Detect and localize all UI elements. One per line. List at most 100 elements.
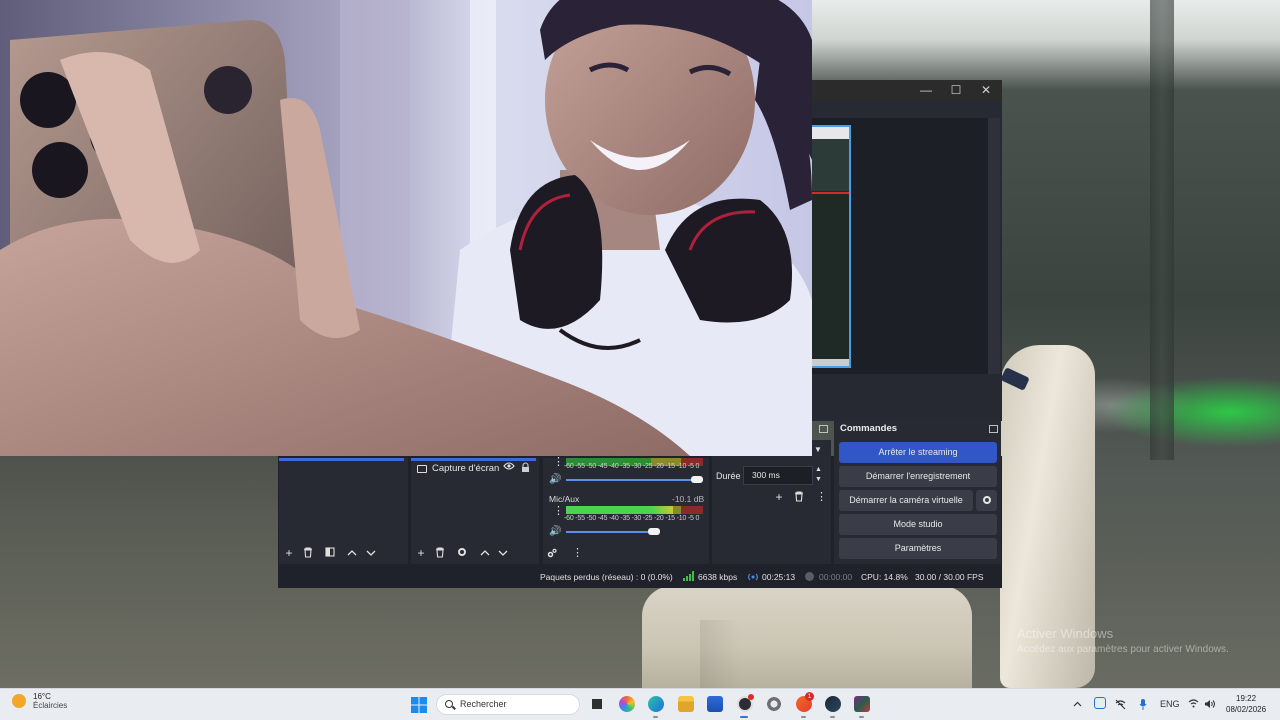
scene-move-up-button[interactable]: [346, 547, 358, 559]
preview-scrollbar[interactable]: [988, 118, 1000, 374]
gear-icon: [458, 548, 466, 556]
source-move-up-button[interactable]: [479, 547, 491, 559]
controls-dock-undock-icon[interactable]: [989, 425, 998, 433]
streaming-broadcast-icon: [748, 573, 758, 581]
transition-dropdown-arrow[interactable]: ▼: [814, 445, 822, 454]
windows-taskbar: [0, 688, 1280, 720]
channel-1-volume-knob[interactable]: [691, 476, 703, 483]
obs-active-indicator: [740, 716, 748, 718]
system-clock[interactable]: 19:22 08/02/2026: [1226, 693, 1266, 715]
gears-icon: [547, 548, 557, 558]
preview-guide-line: [812, 192, 849, 194]
duration-decrease-icon[interactable]: ▼: [815, 476, 822, 483]
scene-transitions-panel: [712, 440, 831, 564]
recording-time-status: 00:00:00: [819, 572, 853, 582]
dropped-frames-status: Paquets perdus (réseau) : 0 (0.0%): [540, 572, 673, 582]
weather-temperature: 16°C: [33, 692, 51, 701]
remove-source-button[interactable]: [434, 547, 446, 560]
mic-aux-speaker-icon[interactable]: 🔊: [549, 526, 561, 537]
channel-1-speaker-icon[interactable]: 🔊: [549, 474, 561, 485]
task-view-icon[interactable]: [589, 696, 605, 712]
copilot-icon[interactable]: [619, 696, 635, 712]
tray-network-off-icon[interactable]: [1115, 699, 1126, 712]
windows-activation-watermark: Activer Windows Accédez aux paramètres p…: [1017, 626, 1229, 655]
channel-1-meter-ticks: -60 -55 -50 -45 -40 -35 -30 -25 -20 -15 …: [564, 463, 700, 470]
source-properties-button[interactable]: [456, 547, 468, 559]
mic-aux-volume-slider[interactable]: [566, 531, 654, 533]
channel-1-volume-slider[interactable]: [566, 479, 697, 481]
chevron-up-icon: [480, 550, 490, 556]
settings-gear-icon[interactable]: [766, 696, 782, 712]
notification-badge: 1: [805, 692, 814, 701]
taskbar-search-box[interactable]: Rechercher: [436, 694, 580, 715]
windows-start-icon[interactable]: [411, 697, 427, 713]
visibility-eye-icon[interactable]: [503, 462, 515, 473]
webcam-feed: [0, 0, 812, 456]
minimize-button[interactable]: —: [918, 82, 934, 98]
close-button[interactable]: ✕: [978, 82, 994, 98]
scene-filters-button[interactable]: [324, 547, 336, 559]
weather-description: Éclaircies: [33, 701, 68, 710]
steam-running-indicator: [830, 716, 835, 718]
trash-icon: [304, 547, 312, 558]
language-indicator[interactable]: ENG: [1160, 699, 1180, 709]
start-virtual-camera-button[interactable]: Démarrer la caméra virtuelle: [839, 490, 973, 511]
mic-aux-label: Mic/Aux: [549, 494, 580, 504]
recording-indicator-icon: [805, 572, 814, 581]
lock-icon[interactable]: [521, 460, 530, 472]
start-recording-button[interactable]: Démarrer l'enregistrement: [839, 466, 997, 487]
remove-transition-button[interactable]: [793, 491, 805, 504]
source-move-down-button[interactable]: [497, 547, 509, 559]
studio-mode-button[interactable]: Mode studio: [839, 514, 997, 535]
weather-widget[interactable]: 16°C Éclaircies: [12, 692, 67, 710]
remove-scene-button[interactable]: [302, 547, 314, 562]
edge-browser-icon[interactable]: [648, 696, 664, 712]
mic-aux-volume-knob[interactable]: [648, 528, 660, 535]
source-item-screen-capture[interactable]: Capture d'écran: [417, 461, 535, 476]
chevron-up-icon: [347, 550, 357, 556]
scene-move-down-button[interactable]: [365, 547, 377, 559]
game-app-icon[interactable]: [854, 696, 870, 712]
virtual-camera-settings-button[interactable]: [976, 490, 997, 511]
game-running-indicator: [859, 716, 864, 718]
add-scene-button[interactable]: +: [283, 547, 295, 559]
tray-sync-icon[interactable]: [1094, 697, 1106, 709]
add-transition-button[interactable]: +: [773, 491, 785, 503]
steam-icon[interactable]: [825, 696, 841, 712]
duration-increase-icon[interactable]: ▲: [815, 466, 822, 473]
mic-aux-menu-icon[interactable]: ⋮: [553, 506, 564, 517]
obs-titlebar[interactable]: — ☐ ✕: [812, 80, 1002, 101]
mic-aux-db-value: -10.1 dB: [672, 494, 705, 504]
maximize-button[interactable]: ☐: [948, 82, 964, 98]
tray-volume-icon[interactable]: [1204, 699, 1215, 711]
settings-button[interactable]: Paramètres: [839, 538, 997, 559]
chevron-down-icon: [366, 550, 376, 556]
microsoft-store-icon[interactable]: [707, 696, 723, 712]
chevron-down-icon: [498, 550, 508, 556]
controls-title: Commandes: [840, 423, 898, 434]
search-icon: [445, 700, 453, 708]
transition-menu-icon[interactable]: ⋮: [816, 492, 827, 503]
mixer-menu-icon[interactable]: ⋮: [572, 548, 583, 559]
file-explorer-icon[interactable]: [678, 696, 694, 712]
add-source-button[interactable]: +: [415, 547, 427, 559]
search-placeholder: Rechercher: [460, 699, 507, 709]
source-label: Capture d'écran: [432, 463, 500, 474]
webcam-image: [0, 0, 812, 456]
bitrate-status: 6638 kbps: [698, 572, 738, 582]
advanced-audio-button[interactable]: [546, 548, 558, 560]
preview-selected-source[interactable]: [812, 125, 851, 368]
tray-microphone-icon[interactable]: [1139, 699, 1147, 712]
channel-1-menu-icon[interactable]: ⋮: [553, 457, 564, 468]
duration-input[interactable]: 300 ms: [743, 466, 813, 485]
tray-wifi-icon[interactable]: [1188, 699, 1199, 710]
clock-date: 08/02/2026: [1226, 705, 1267, 714]
trash-icon: [436, 547, 444, 558]
obs-dock-strip: [812, 374, 1002, 420]
transitions-dock-undock-icon[interactable]: [819, 425, 828, 433]
stop-streaming-button[interactable]: Arrêter le streaming: [839, 442, 997, 463]
tray-overflow-chevron-icon[interactable]: [1073, 699, 1082, 709]
duration-label: Durée: [716, 471, 741, 481]
watermark-title: Activer Windows: [1017, 626, 1114, 641]
obs-live-indicator-icon: [748, 694, 754, 700]
